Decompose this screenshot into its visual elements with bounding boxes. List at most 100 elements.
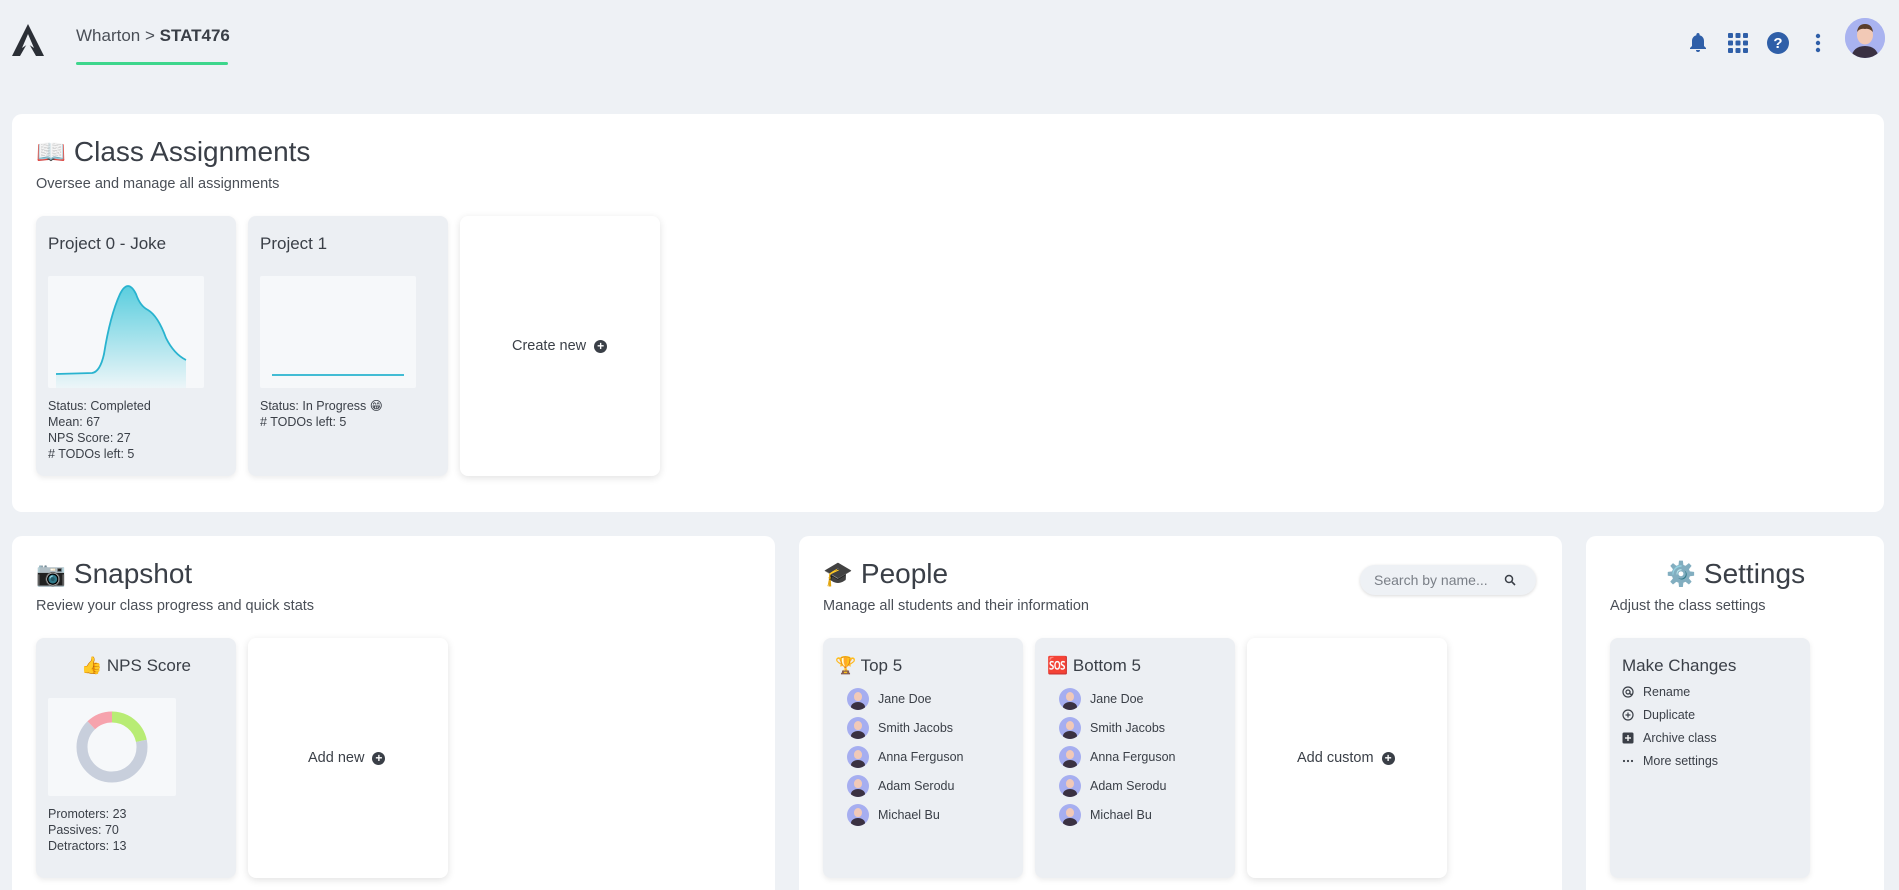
top-bar: Wharton > STAT476 ?: [0, 0, 1899, 90]
assignment-todos: # TODOs left: 5: [260, 415, 347, 429]
archive-icon: [1622, 732, 1634, 744]
avatar: [1059, 688, 1081, 710]
people-search-field[interactable]: [1360, 565, 1536, 595]
rename-label: Rename: [1643, 685, 1691, 699]
nps-detractors: Detractors: 13: [48, 839, 127, 853]
open-book-icon: 📖: [36, 138, 66, 166]
duplicate-icon: [1622, 709, 1634, 721]
add-snapshot-card[interactable]: Add new +: [248, 638, 448, 878]
assignment-card-title: Project 0 - Joke: [48, 234, 167, 253]
list-item[interactable]: Jane Doe: [847, 688, 932, 710]
top-5-card[interactable]: 🏆 Top 5 Jane Doe Smith Jacobs Anna Fergu…: [823, 638, 1023, 878]
people-subtitle: Manage all students and their informatio…: [823, 598, 1089, 614]
breadcrumb-separator: >: [144, 26, 155, 45]
class-assignments-subtitle: Oversee and manage all assignments: [36, 176, 280, 192]
avatar: [847, 746, 869, 768]
plus-circle-icon: +: [372, 751, 386, 765]
assignment-nps: NPS Score: 27: [48, 431, 131, 445]
sos-icon: 🆘: [1047, 656, 1069, 675]
app-logo-icon[interactable]: [10, 22, 46, 58]
top-5-title: 🏆 Top 5: [835, 656, 902, 676]
avatar: [1059, 804, 1081, 826]
apps-grid-icon[interactable]: [1724, 29, 1752, 57]
assignment-mean: Mean: 67: [48, 415, 101, 429]
breadcrumb-active-indicator: [76, 62, 228, 65]
list-item[interactable]: Adam Serodu: [1059, 775, 1166, 797]
nps-score-card[interactable]: 👍 NPS Score Promoters: 23 Passives: 70 D…: [36, 638, 236, 878]
more-settings-action[interactable]: More settings: [1622, 754, 1718, 768]
archive-class-action[interactable]: Archive class: [1622, 731, 1717, 745]
snapshot-panel: 📷 Snapshot Review your class progress an…: [12, 536, 775, 890]
gear-icon: ⚙️: [1666, 560, 1696, 588]
add-custom-label: Add custom: [1297, 750, 1374, 766]
snapshot-heading: Snapshot: [73, 558, 193, 589]
bottom-5-label: Bottom 5: [1072, 656, 1141, 675]
bottom-5-card[interactable]: 🆘 Bottom 5 Jane Doe Smith Jacobs Anna Fe…: [1035, 638, 1235, 878]
student-name: Adam Serodu: [1090, 779, 1167, 793]
rename-action[interactable]: Rename: [1622, 685, 1690, 699]
archive-class-label: Archive class: [1643, 731, 1717, 745]
plus-circle-icon: +: [594, 339, 608, 353]
breadcrumb[interactable]: Wharton > STAT476: [76, 26, 230, 46]
top-5-label: Top 5: [860, 656, 903, 675]
snapshot-subtitle: Review your class progress and quick sta…: [36, 598, 315, 614]
thumbs-up-icon: 👍: [81, 656, 103, 675]
nps-donut-chart: [48, 698, 176, 796]
student-name: Michael Bu: [1090, 808, 1152, 822]
list-item[interactable]: Adam Serodu: [847, 775, 954, 797]
assignment-status: Status: In Progress 😁: [260, 399, 383, 413]
help-icon[interactable]: ?: [1764, 29, 1792, 57]
user-avatar[interactable]: [1845, 18, 1885, 58]
list-item[interactable]: Smith Jacobs: [847, 717, 953, 739]
avatar: [1059, 775, 1081, 797]
settings-subtitle: Adjust the class settings: [1610, 598, 1766, 614]
student-name: Anna Ferguson: [878, 750, 964, 764]
add-custom-card[interactable]: Add custom +: [1247, 638, 1447, 878]
score-distribution-thumbnail: [260, 276, 416, 388]
settings-heading: Settings: [1703, 558, 1806, 589]
list-item[interactable]: Anna Ferguson: [1059, 746, 1175, 768]
add-new-label: Add new: [308, 750, 365, 766]
create-assignment-card[interactable]: Create new +: [460, 216, 660, 476]
assignment-card-project-0[interactable]: Project 0 - Joke Status: Completed Mean:…: [36, 216, 236, 476]
list-item[interactable]: Michael Bu: [1059, 804, 1152, 826]
list-item[interactable]: Anna Ferguson: [847, 746, 963, 768]
student-name: Jane Doe: [1090, 692, 1144, 706]
bell-icon[interactable]: [1684, 29, 1712, 57]
avatar: [847, 804, 869, 826]
assignment-todos: # TODOs left: 5: [48, 447, 135, 461]
assignment-status: Status: Completed: [48, 399, 151, 413]
nps-donut-svg: [76, 711, 148, 783]
avatar: [1059, 746, 1081, 768]
nps-promoters: Promoters: 23: [48, 807, 127, 821]
trophy-icon: 🏆: [835, 656, 857, 675]
nps-score-title: 👍 NPS Score: [36, 656, 236, 676]
duplicate-action[interactable]: Duplicate: [1622, 708, 1695, 722]
list-item[interactable]: Michael Bu: [847, 804, 940, 826]
more-vert-icon[interactable]: [1804, 29, 1832, 57]
nps-score-label: NPS Score: [106, 656, 191, 675]
student-name: Smith Jacobs: [1090, 721, 1166, 735]
add-custom-button[interactable]: Add custom +: [1297, 750, 1395, 766]
people-heading: People: [860, 558, 949, 589]
svg-text:?: ?: [1773, 35, 1782, 52]
avatar: [847, 775, 869, 797]
student-name: Smith Jacobs: [878, 721, 954, 735]
student-name: Jane Doe: [878, 692, 932, 706]
list-item[interactable]: Jane Doe: [1059, 688, 1144, 710]
assignment-card-project-1[interactable]: Project 1 Status: In Progress 😁 # TODOs …: [248, 216, 448, 476]
ellipsis-icon: [1622, 755, 1634, 767]
add-new-button[interactable]: Add new +: [308, 750, 386, 766]
search-input[interactable]: [1374, 572, 1504, 588]
student-name: Adam Serodu: [878, 779, 955, 793]
breadcrumb-org[interactable]: Wharton: [76, 26, 140, 45]
duplicate-label: Duplicate: [1643, 708, 1696, 722]
assignment-stats: Status: In Progress 😁 # TODOs left: 5: [260, 398, 383, 430]
create-new-button[interactable]: Create new +: [512, 338, 608, 354]
class-assignments-panel: 📖 Class Assignments Oversee and manage a…: [12, 114, 1884, 512]
create-new-label: Create new: [512, 338, 587, 354]
breadcrumb-class[interactable]: STAT476: [160, 26, 230, 45]
list-item[interactable]: Smith Jacobs: [1059, 717, 1165, 739]
avatar: [847, 688, 869, 710]
student-name: Michael Bu: [878, 808, 940, 822]
